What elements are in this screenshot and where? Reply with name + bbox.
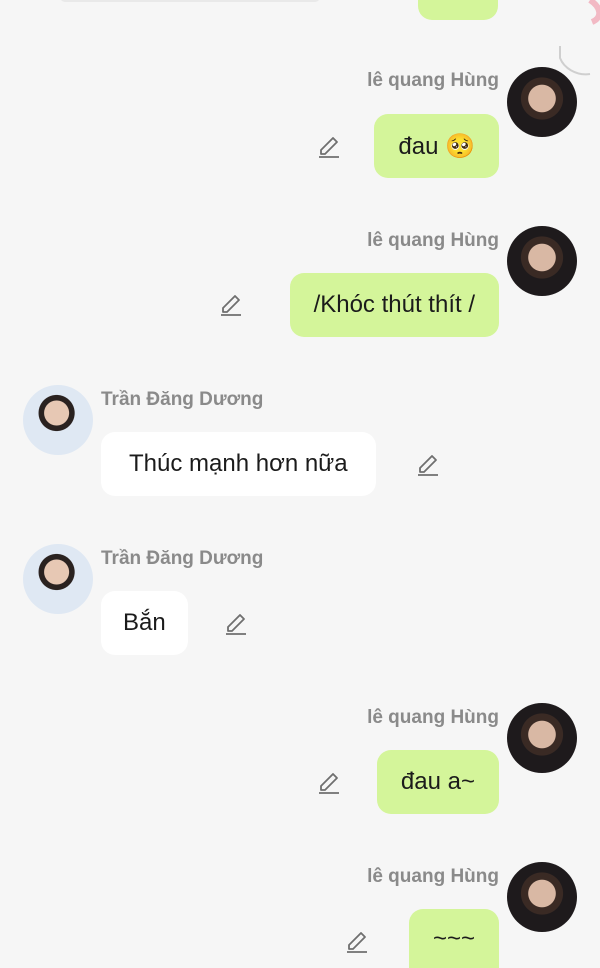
previous-message-bubble [418,0,498,20]
avatar-le-quang-hung[interactable] [507,67,577,137]
message-bubble[interactable]: ~~~ [408,909,499,968]
message-bubble[interactable]: đau 🥺 [374,114,499,178]
sender-name: lê quang Hùng [367,707,499,728]
message-bubble[interactable]: Thúc mạnh hơn nữa [101,432,376,496]
message-bubble[interactable]: Bắn [101,591,188,655]
message-bubble[interactable]: /Khóc thút thít / [289,273,499,337]
avatar-le-quang-hung[interactable] [507,862,577,932]
pencil-edit-icon[interactable] [415,452,441,478]
avatar-le-quang-hung[interactable] [507,226,577,296]
avatar-tran-dang-duong[interactable] [23,385,93,455]
pencil-edit-icon[interactable] [218,292,244,318]
pencil-edit-icon[interactable] [344,929,370,955]
message-bubble[interactable]: đau a~ [376,750,499,814]
pencil-edit-icon[interactable] [316,770,342,796]
avatar-le-quang-hung[interactable] [507,703,577,773]
sender-name: lê quang Hùng [367,230,499,251]
pencil-edit-icon[interactable] [223,611,249,637]
sender-name: lê quang Hùng [367,866,499,887]
sender-name: lê quang Hùng [367,70,499,91]
decorative-corner-icon [559,0,600,76]
avatar-tran-dang-duong[interactable] [23,544,93,614]
sender-name: Trần Đăng Dương [101,389,264,410]
previous-message-fragment [60,0,320,2]
sender-name: Trần Đăng Dương [101,548,264,569]
pencil-edit-icon[interactable] [316,134,342,160]
